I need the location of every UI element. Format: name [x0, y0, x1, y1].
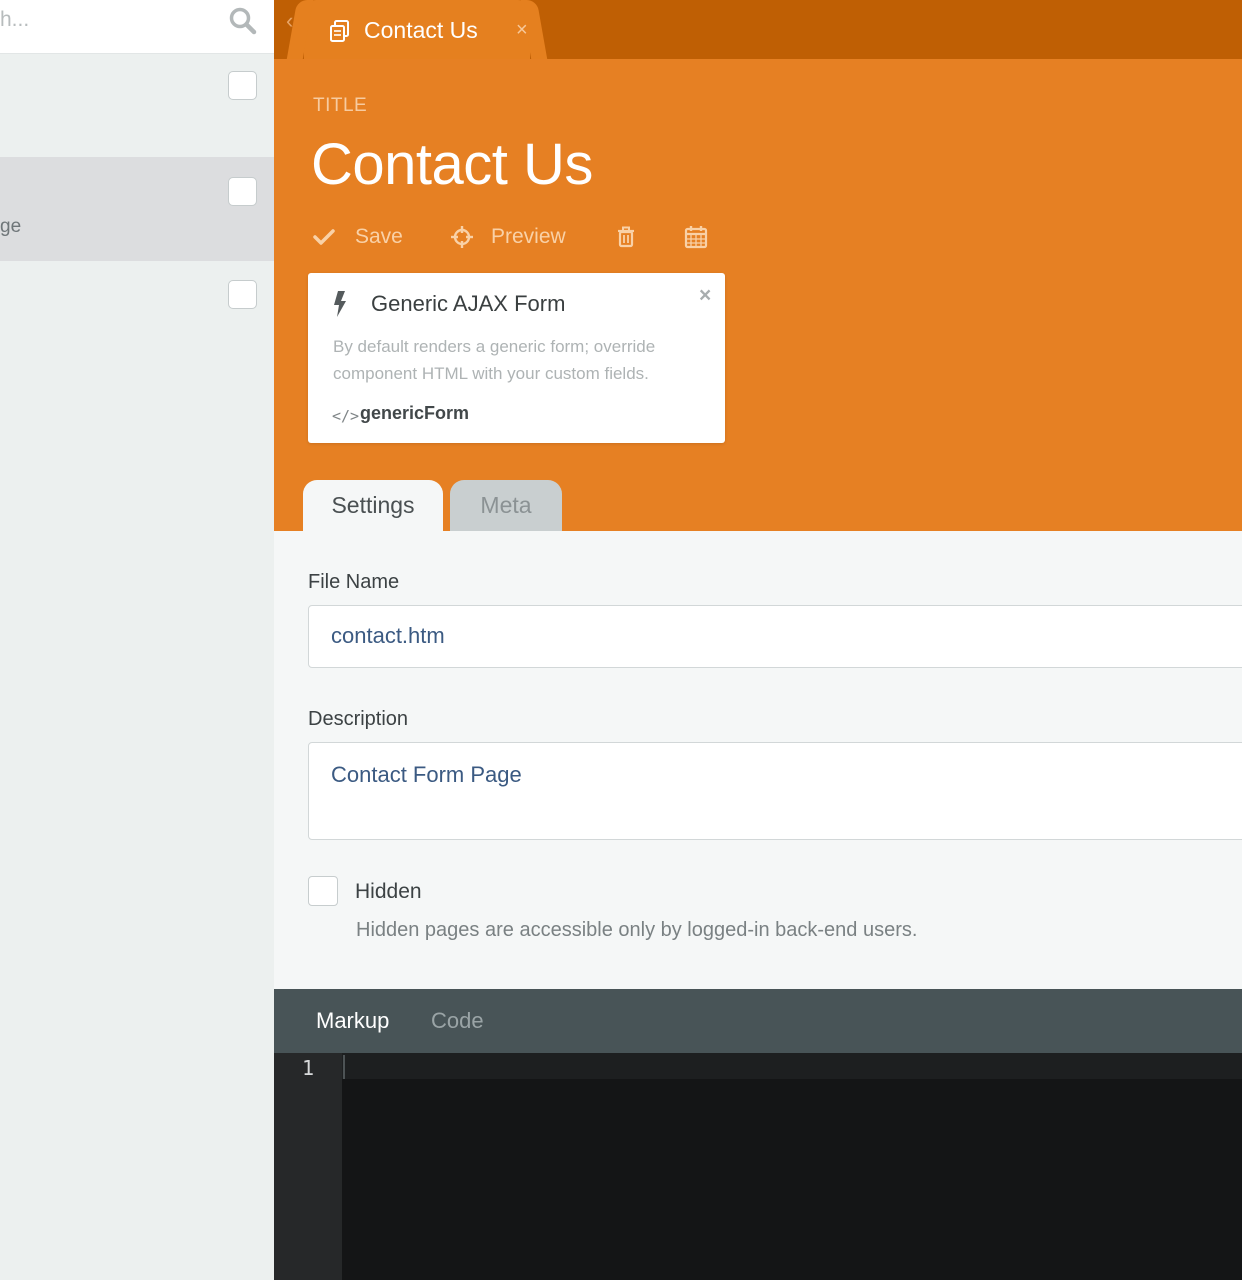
list-item[interactable]: [0, 261, 274, 365]
line-number: 1: [302, 1056, 315, 1080]
list-item-subtitle: ge: [0, 216, 22, 237]
text-cursor: [343, 1055, 345, 1079]
editor-gutter: 1: [274, 1053, 342, 1280]
list-item-checkbox[interactable]: [228, 177, 257, 206]
component-title: Generic AJAX Form: [371, 291, 566, 316]
list-item[interactable]: ge: [0, 157, 274, 261]
sidebar-search[interactable]: h...: [0, 0, 274, 54]
hidden-label[interactable]: Hidden: [355, 880, 422, 904]
settings-form: File Name contact.htm Description Contac…: [274, 531, 1242, 989]
hidden-checkbox[interactable]: [308, 876, 338, 906]
close-icon[interactable]: ×: [699, 285, 711, 306]
tab-contact-us[interactable]: Contact Us ×: [304, 0, 530, 59]
description-label: Description: [308, 708, 409, 730]
search-input[interactable]: h...: [0, 8, 29, 32]
close-icon[interactable]: ×: [516, 20, 528, 40]
delete-button[interactable]: [613, 222, 639, 252]
check-icon: [313, 229, 335, 245]
tab-bar: ‹ Contact Us ×: [274, 0, 1242, 59]
tab-label: Contact Us: [364, 17, 478, 43]
search-icon[interactable]: [228, 6, 258, 36]
file-name-input[interactable]: contact.htm: [308, 605, 1242, 668]
title-label: TITLE: [313, 95, 368, 116]
tab-meta[interactable]: Meta: [450, 480, 562, 531]
main-panel: ‹ Contact Us × TITLE Contact Us Save Pre…: [274, 0, 1242, 1280]
component-description: By default renders a generic form; overr…: [333, 337, 656, 383]
page-title-input[interactable]: Contact Us: [311, 131, 593, 198]
code-icon: </>: [332, 407, 360, 425]
preview-label: Preview: [491, 225, 566, 248]
tab-code[interactable]: Code: [431, 1008, 484, 1034]
bolt-icon: [334, 291, 346, 317]
active-line: [342, 1053, 1242, 1079]
tab-markup[interactable]: Markup: [316, 1008, 389, 1034]
crosshairs-icon: [451, 226, 473, 248]
pages-icon: [330, 20, 349, 42]
list-item-checkbox[interactable]: [228, 280, 257, 309]
page-header: TITLE Contact Us Save Preview Generic AJ…: [274, 59, 1242, 531]
description-input[interactable]: Contact Form Page: [308, 742, 1242, 840]
schedule-button[interactable]: [683, 222, 709, 252]
calendar-icon: [684, 226, 708, 249]
preview-button[interactable]: Preview: [449, 222, 566, 252]
component-alias: genericForm: [360, 403, 470, 423]
code-editor[interactable]: 1: [274, 1053, 1242, 1280]
component-card[interactable]: Generic AJAX Form × By default renders a…: [308, 273, 725, 443]
sidebar: h... ge: [0, 0, 274, 1280]
file-name-label: File Name: [308, 571, 400, 593]
form-tabs: Settings Meta: [274, 480, 1242, 531]
save-label: Save: [355, 225, 403, 248]
hidden-help-text: Hidden pages are accessible only by logg…: [356, 919, 918, 941]
code-tabs: Markup Code: [274, 989, 1242, 1053]
tab-settings[interactable]: Settings: [303, 480, 443, 531]
list-item-checkbox[interactable]: [228, 71, 257, 100]
save-button[interactable]: Save: [311, 222, 403, 252]
list-item[interactable]: [0, 54, 274, 158]
trash-icon: [618, 226, 634, 248]
